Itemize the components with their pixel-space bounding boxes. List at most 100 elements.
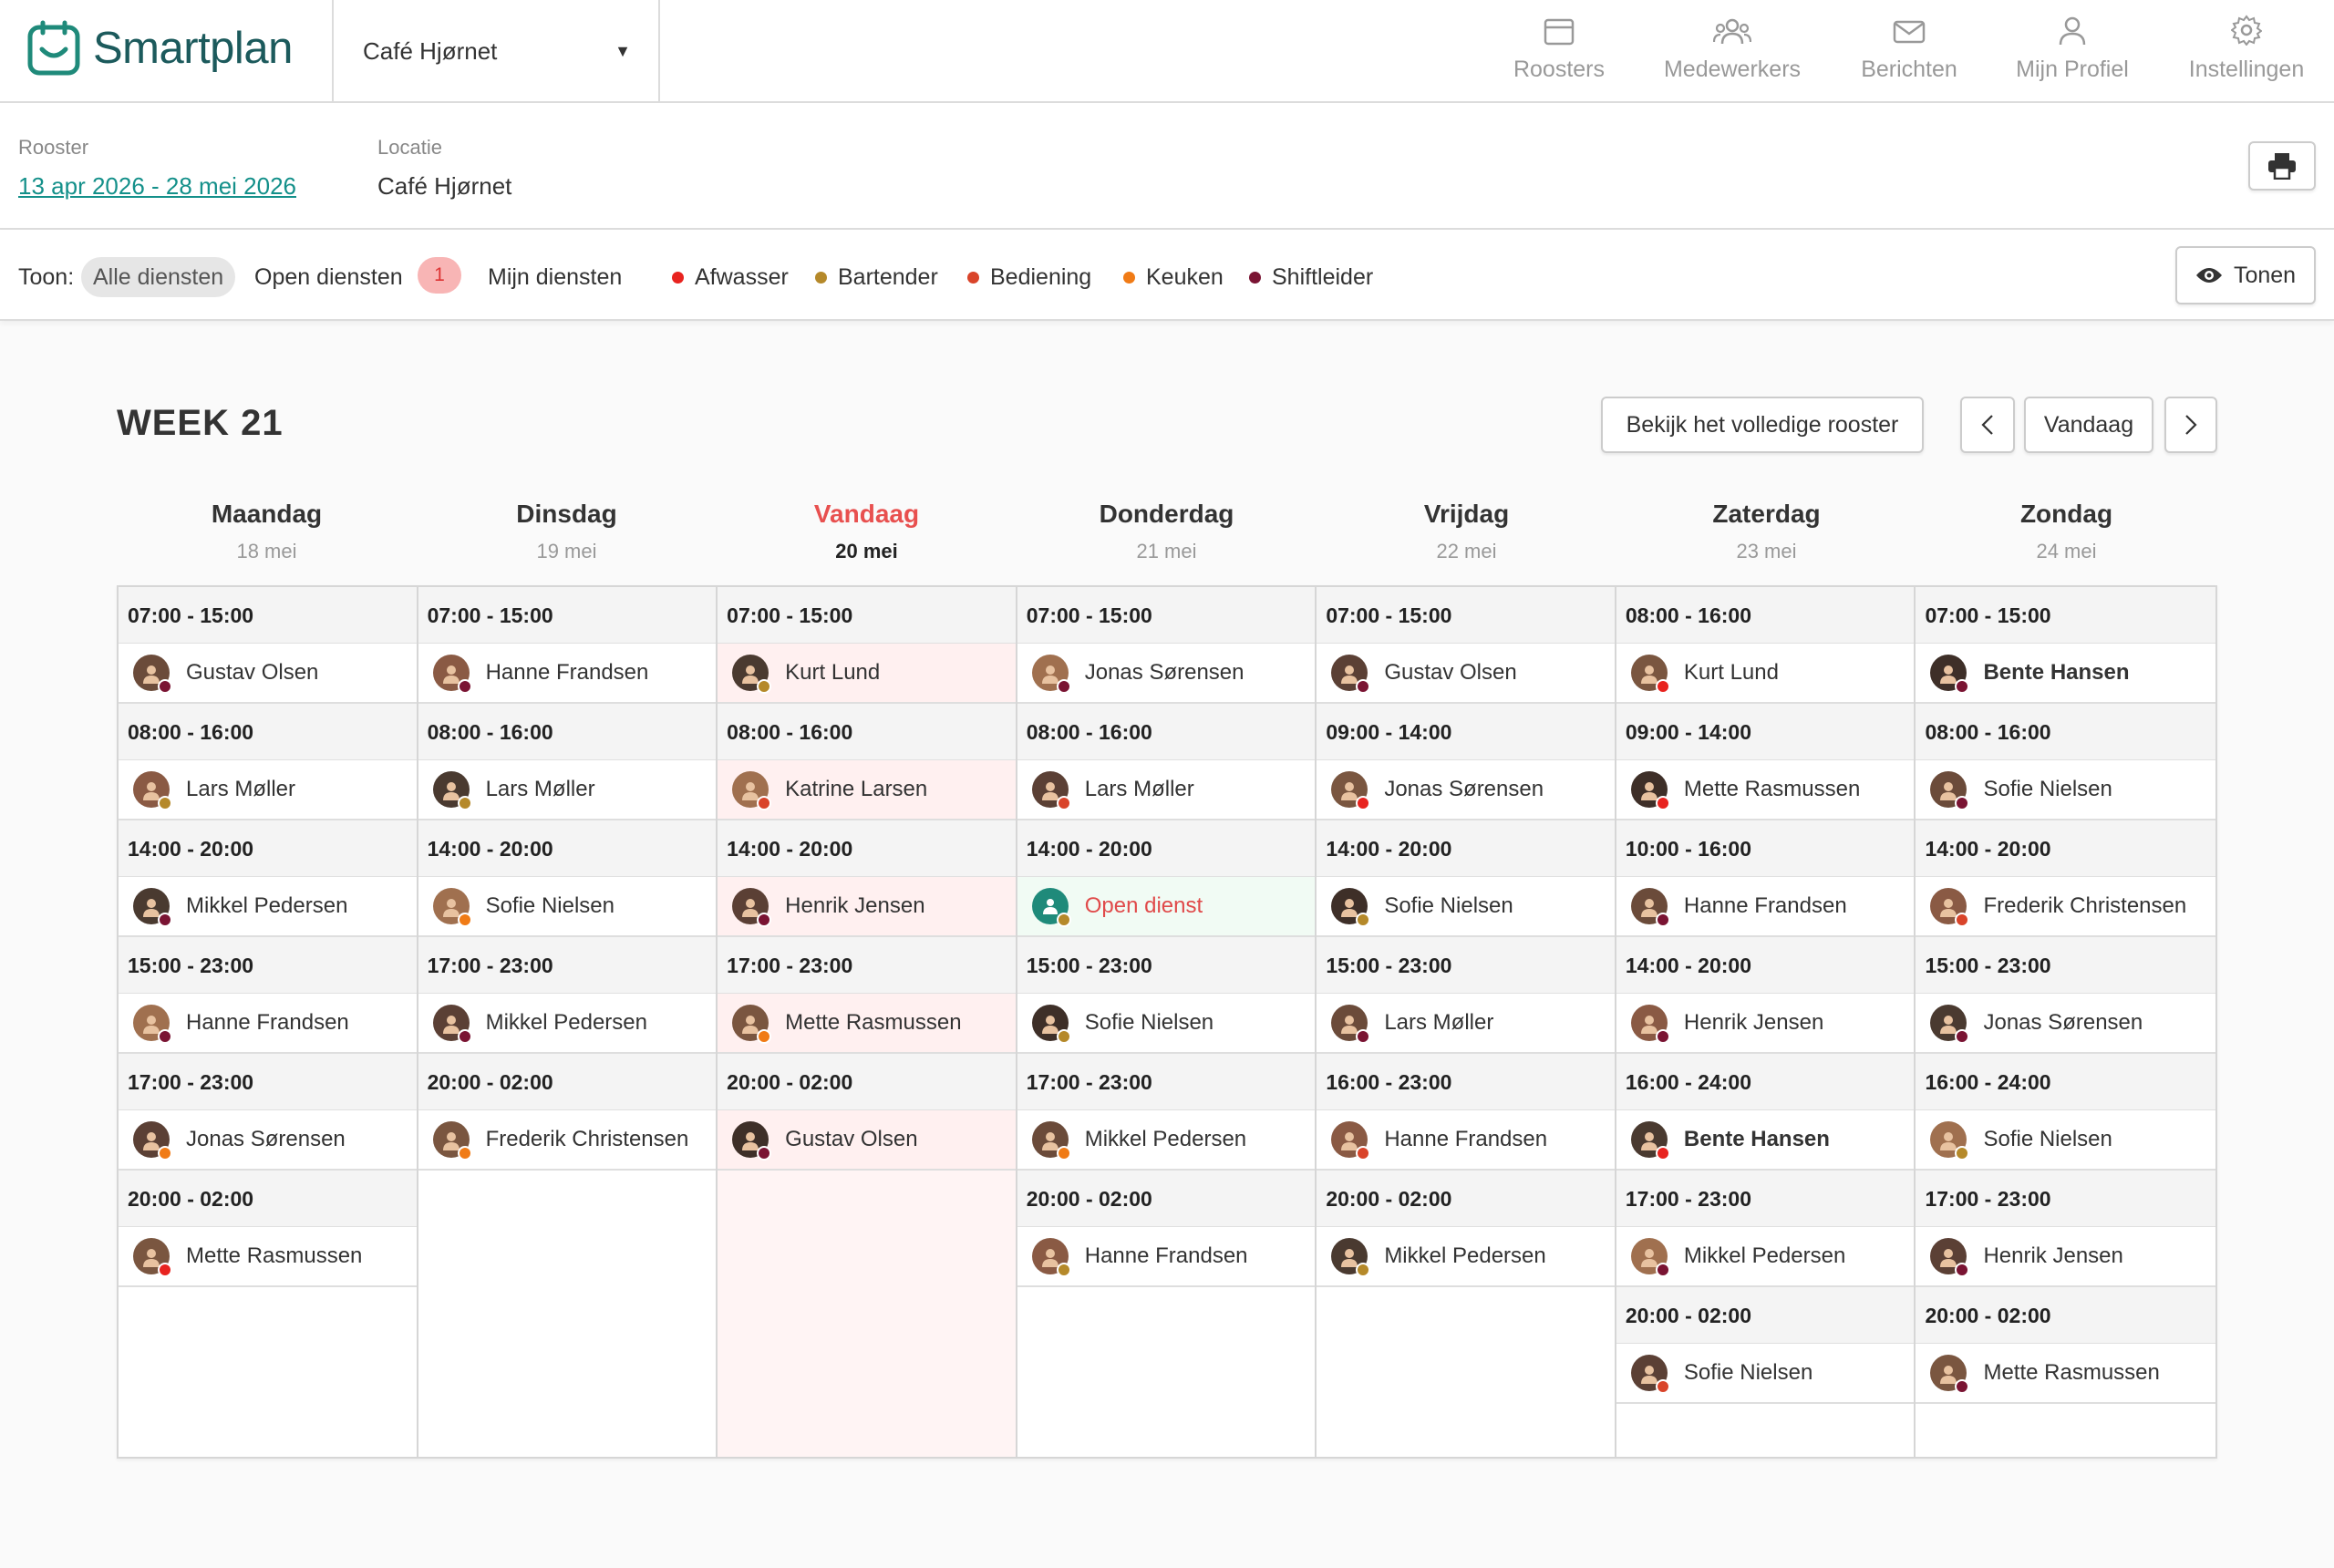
shift-employee-row[interactable]: Kurt Lund bbox=[1616, 644, 1915, 704]
shift-employee-row[interactable]: Jonas Sørensen bbox=[119, 1110, 417, 1171]
shift-employee-row[interactable]: Gustav Olsen bbox=[1317, 644, 1615, 704]
location-select[interactable]: Café Hjørnet ▼ bbox=[332, 0, 660, 103]
shift-employee-row[interactable]: Lars Møller bbox=[418, 760, 717, 820]
avatar bbox=[133, 888, 172, 927]
shift-employee-row[interactable]: Lars Møller bbox=[119, 760, 417, 820]
next-week-button[interactable] bbox=[2164, 397, 2217, 453]
shift-employee-row[interactable]: Henrik Jensen bbox=[1616, 994, 1915, 1054]
role-status-dot bbox=[158, 1263, 172, 1277]
nav-medewerkers[interactable]: Medewerkers bbox=[1650, 0, 1814, 103]
shift-employee-row[interactable]: Mette Rasmussen bbox=[1916, 1344, 2216, 1404]
shift-employee-row[interactable]: Kurt Lund bbox=[718, 644, 1016, 704]
filter-mijn-diensten[interactable]: Mijn diensten bbox=[488, 257, 622, 297]
shift-employee-row[interactable]: Sofie Nielsen bbox=[418, 877, 717, 937]
prev-week-button[interactable] bbox=[1960, 397, 2015, 453]
day-header: Vandaag 20 mei bbox=[717, 500, 1017, 563]
shift-employee-row[interactable]: Lars Møller bbox=[1017, 760, 1316, 820]
role-status-dot bbox=[1356, 679, 1371, 694]
avatar bbox=[1031, 1238, 1071, 1277]
filter-alle-diensten[interactable]: Alle diensten bbox=[81, 257, 236, 297]
employee-name: Sofie Nielsen bbox=[1983, 777, 2112, 801]
shift-time: 16:00 - 23:00 bbox=[1317, 1054, 1615, 1110]
shift-employee-row[interactable]: Mette Rasmussen bbox=[1616, 760, 1915, 820]
nav-mijn-profiel[interactable]: Mijn Profiel bbox=[2004, 0, 2141, 103]
shift-time: 17:00 - 23:00 bbox=[1616, 1171, 1915, 1227]
nav-roosters[interactable]: Roosters bbox=[1495, 0, 1623, 103]
app-logo[interactable]: Smartplan bbox=[27, 20, 293, 77]
shift-employee-row[interactable]: Henrik Jensen bbox=[1916, 1227, 2216, 1287]
filter-open-diensten[interactable]: Open diensten bbox=[254, 257, 403, 297]
shift-employee-row[interactable]: Hanne Frandsen bbox=[418, 644, 717, 704]
day-name: Donderdag bbox=[1099, 500, 1234, 528]
rooster-period-link[interactable]: 13 apr 2026 - 28 mei 2026 bbox=[18, 172, 296, 201]
shift-employee-row[interactable]: Lars Møller bbox=[1317, 994, 1615, 1054]
users-icon bbox=[1713, 18, 1751, 45]
full-schedule-button[interactable]: Bekijk het volledige rooster bbox=[1601, 397, 1924, 453]
shift-employee-row[interactable]: Henrik Jensen bbox=[718, 877, 1016, 937]
shift-employee-row[interactable]: Hanne Frandsen bbox=[119, 994, 417, 1054]
employee-name: Mikkel Pedersen bbox=[1683, 1243, 1846, 1268]
day-name: Maandag bbox=[211, 500, 323, 528]
today-button[interactable]: Vandaag bbox=[2024, 397, 2153, 453]
shift-time: 14:00 - 20:00 bbox=[1317, 820, 1615, 877]
avatar bbox=[432, 1121, 472, 1161]
shift-employee-row[interactable]: Sofie Nielsen bbox=[1017, 994, 1316, 1054]
shift-employee-row[interactable]: Sofie Nielsen bbox=[1616, 1344, 1915, 1404]
avatar bbox=[133, 655, 172, 694]
print-button[interactable] bbox=[2248, 141, 2316, 191]
tonen-button[interactable]: Tonen bbox=[2175, 246, 2316, 304]
shift-employee-row[interactable]: Mette Rasmussen bbox=[718, 994, 1016, 1054]
day-header: Vrijdag 22 mei bbox=[1317, 500, 1616, 563]
employee-name: Hanne Frandsen bbox=[186, 1010, 349, 1035]
employee-name: Henrik Jensen bbox=[785, 893, 925, 918]
shift-employee-row[interactable]: Jonas Sørensen bbox=[1017, 644, 1316, 704]
employee-name: Frederik Christensen bbox=[1983, 893, 2187, 918]
shift-employee-row[interactable]: Mikkel Pedersen bbox=[1017, 1110, 1316, 1171]
shift-employee-row[interactable]: Frederik Christensen bbox=[1916, 877, 2216, 937]
shift-time: 20:00 - 02:00 bbox=[1017, 1171, 1316, 1227]
shift-time: 10:00 - 16:00 bbox=[1616, 820, 1915, 877]
shift-employee-row[interactable]: Hanne Frandsen bbox=[1317, 1110, 1615, 1171]
shift-employee-row[interactable]: Mikkel Pedersen bbox=[1317, 1227, 1615, 1287]
shift-employee-row[interactable]: Bente Hansen bbox=[1916, 644, 2216, 704]
open-shift-row[interactable]: Open dienst bbox=[1017, 877, 1316, 937]
locatie-value: Café Hjørnet bbox=[377, 172, 512, 200]
role-status-dot bbox=[757, 1029, 772, 1044]
avatar bbox=[1031, 1005, 1071, 1044]
shift-employee-row[interactable]: Mette Rasmussen bbox=[119, 1227, 417, 1287]
shift-employee-row[interactable]: Sofie Nielsen bbox=[1916, 1110, 2216, 1171]
shift-employee-row[interactable]: Bente Hansen bbox=[1616, 1110, 1915, 1171]
location-select-value: Café Hjørnet bbox=[363, 37, 498, 65]
employee-name: Mikkel Pedersen bbox=[1384, 1243, 1546, 1268]
role-dot bbox=[1249, 271, 1261, 284]
shift-employee-row[interactable]: Hanne Frandsen bbox=[1017, 1227, 1316, 1287]
avatar bbox=[1331, 1238, 1371, 1277]
shift-employee-row[interactable]: Jonas Sørensen bbox=[1317, 760, 1615, 820]
role-status-dot bbox=[158, 679, 172, 694]
day-column: 08:00 - 16:00 Kurt Lund 09:00 - 14:00 Mette… bbox=[1616, 587, 1916, 1457]
day-date: 22 mei bbox=[1436, 540, 1497, 562]
shift-time: 15:00 - 23:00 bbox=[1916, 937, 2216, 994]
employee-name: Gustav Olsen bbox=[1384, 660, 1517, 685]
shift-employee-row[interactable]: Jonas Sørensen bbox=[1916, 994, 2216, 1054]
shift-time: 17:00 - 23:00 bbox=[119, 1054, 417, 1110]
shift-employee-row[interactable]: Gustav Olsen bbox=[718, 1110, 1016, 1171]
nav-instellingen[interactable]: Instellingen bbox=[2174, 0, 2319, 103]
shift-employee-row[interactable]: Sofie Nielsen bbox=[1916, 760, 2216, 820]
calendar-smile-icon bbox=[27, 20, 80, 76]
mail-icon bbox=[1893, 20, 1926, 44]
nav-berichten[interactable]: Berichten bbox=[1845, 0, 1973, 103]
shift-time: 08:00 - 16:00 bbox=[418, 704, 717, 760]
caret-down-icon: ▼ bbox=[614, 42, 631, 60]
shift-employee-row[interactable]: Hanne Frandsen bbox=[1616, 877, 1915, 937]
shift-employee-row[interactable]: Frederik Christensen bbox=[418, 1110, 717, 1171]
shift-employee-row[interactable]: Gustav Olsen bbox=[119, 644, 417, 704]
shift-employee-row[interactable]: Mikkel Pedersen bbox=[119, 877, 417, 937]
employee-name: Gustav Olsen bbox=[785, 1127, 918, 1151]
shift-employee-row[interactable]: Sofie Nielsen bbox=[1317, 877, 1615, 937]
shift-employee-row[interactable]: Mikkel Pedersen bbox=[418, 994, 717, 1054]
role-status-dot bbox=[158, 1146, 172, 1161]
avatar bbox=[732, 888, 772, 927]
shift-employee-row[interactable]: Mikkel Pedersen bbox=[1616, 1227, 1915, 1287]
shift-employee-row[interactable]: Katrine Larsen bbox=[718, 760, 1016, 820]
